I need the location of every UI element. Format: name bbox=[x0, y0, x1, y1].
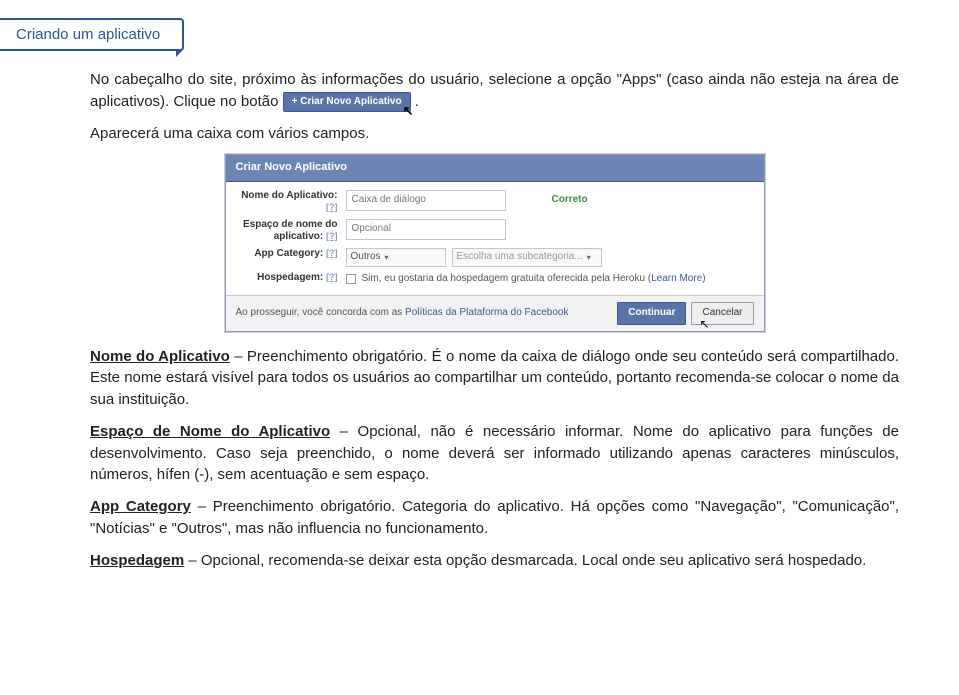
nome-label-text: Nome do Aplicativo: bbox=[241, 190, 337, 201]
row-espaco: Espaço de nome do aplicativo: [?] Opcion… bbox=[236, 219, 754, 243]
dialog-title: Criar Novo Aplicativo bbox=[226, 155, 764, 182]
row-hosting: Hospedagem: [?] Sim, eu gostaria da hosp… bbox=[236, 272, 754, 287]
help-icon[interactable]: [?] bbox=[326, 231, 338, 241]
dialog-body: Nome do Aplicativo: [?] Caixa de diálogo… bbox=[226, 182, 764, 295]
field-desc-hosting: Hospedagem – Opcional, recomenda-se deix… bbox=[90, 550, 899, 572]
content: No cabeçalho do site, próximo às informa… bbox=[90, 69, 899, 571]
create-app-dialog: Criar Novo Aplicativo Nome do Aplicativo… bbox=[225, 154, 765, 331]
espaco-input[interactable]: Opcional bbox=[346, 219, 506, 240]
hosting-text: Sim, eu gostaria da hospedagem gratuita … bbox=[362, 272, 706, 287]
help-icon[interactable]: [?] bbox=[326, 248, 338, 258]
footer-text-1: Ao prosseguir, você concorda com as bbox=[236, 307, 406, 318]
row-nome: Nome do Aplicativo: [?] Caixa de diálogo… bbox=[236, 190, 754, 214]
nome-input[interactable]: Caixa de diálogo bbox=[346, 190, 506, 211]
intro-text-1a: No cabeçalho do site, próximo às informa… bbox=[90, 71, 899, 110]
learn-more-link[interactable]: Learn More bbox=[651, 273, 702, 284]
espaco-label: Espaço de nome do aplicativo: [?] bbox=[236, 219, 346, 243]
hosting-text-main: Sim, eu gostaria da hospedagem gratuita … bbox=[362, 273, 652, 284]
help-icon[interactable]: [?] bbox=[326, 272, 338, 282]
espaco-label-text: Espaço de nome do aplicativo: bbox=[243, 219, 337, 242]
page-title: Criando um aplicativo bbox=[0, 18, 184, 51]
field-nome-title: Nome do Aplicativo bbox=[90, 348, 230, 365]
field-category-text: – Preenchimento obrigatório. Categoria d… bbox=[90, 498, 899, 537]
field-hosting-title: Hospedagem bbox=[90, 552, 184, 569]
field-desc-category: App Category – Preenchimento obrigatório… bbox=[90, 496, 899, 540]
create-app-button-label: + Criar Novo Aplicativo bbox=[292, 96, 402, 107]
nome-valid-label: Correto bbox=[552, 193, 588, 208]
hosting-text-close: ) bbox=[702, 273, 705, 284]
continue-button[interactable]: Continuar bbox=[617, 302, 686, 325]
category-label-text: App Category: bbox=[254, 248, 323, 259]
field-espaco-title: Espaço de Nome do Aplicativo bbox=[90, 423, 330, 440]
dialog-footer: Ao prosseguir, você concorda com as Polí… bbox=[226, 295, 764, 331]
hosting-checkbox[interactable] bbox=[346, 274, 356, 284]
intro-text-1b: . bbox=[415, 93, 419, 110]
subcategory-select[interactable]: Escolha uma subcategoria... bbox=[452, 248, 602, 267]
row-category: App Category: [?] Outros Escolha uma sub… bbox=[236, 248, 754, 267]
footer-text: Ao prosseguir, você concorda com as Polí… bbox=[236, 306, 569, 321]
policies-link[interactable]: Políticas da Plataforma do Facebook bbox=[405, 307, 568, 318]
create-app-button[interactable]: + Criar Novo Aplicativo ↖ bbox=[283, 92, 411, 113]
field-category-title: App Category bbox=[90, 498, 191, 515]
help-icon[interactable]: [?] bbox=[326, 202, 338, 212]
category-label: App Category: [?] bbox=[236, 248, 346, 260]
hosting-label-text: Hospedagem: bbox=[257, 272, 323, 283]
field-desc-nome: Nome do Aplicativo – Preenchimento obrig… bbox=[90, 346, 899, 411]
nome-label: Nome do Aplicativo: [?] bbox=[236, 190, 346, 214]
cursor-icon: ↖ bbox=[699, 316, 709, 333]
intro-paragraph-2: Aparecerá uma caixa com vários campos. bbox=[90, 123, 899, 145]
category-select[interactable]: Outros bbox=[346, 248, 446, 267]
intro-paragraph-1: No cabeçalho do site, próximo às informa… bbox=[90, 69, 899, 113]
hosting-label: Hospedagem: [?] bbox=[236, 272, 346, 284]
cursor-icon: ↖ bbox=[403, 102, 414, 121]
field-hosting-text: – Opcional, recomenda-se deixar esta opç… bbox=[184, 552, 866, 569]
field-desc-espaco: Espaço de Nome do Aplicativo – Opcional,… bbox=[90, 421, 899, 486]
